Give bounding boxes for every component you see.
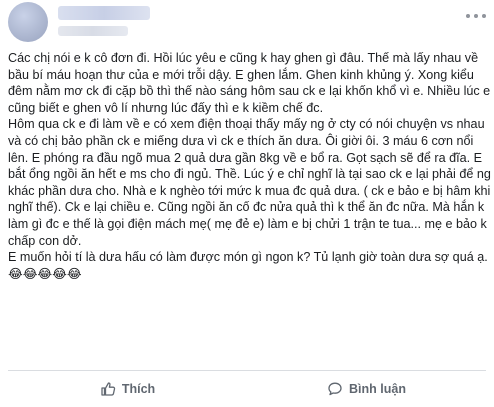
post-paragraph: Hôm qua ck e đi làm về e có xem điện tho… xyxy=(8,117,491,248)
like-button[interactable]: Thích xyxy=(8,374,247,404)
dot xyxy=(474,14,478,18)
dot xyxy=(466,14,470,18)
author-name-blurred[interactable] xyxy=(58,6,150,20)
like-label: Thích xyxy=(121,382,156,396)
avatar[interactable] xyxy=(8,2,48,42)
post-card: Các chị nói e k cô đơn đi. Hồi lúc yêu e… xyxy=(0,0,494,407)
more-options-icon[interactable] xyxy=(466,10,486,22)
post-paragraph: Các chị nói e k cô đơn đi. Hồi lúc yêu e… xyxy=(8,51,491,115)
dot xyxy=(482,14,486,18)
post-paragraph: E muốn hỏi tí là dưa hấu có làm được món… xyxy=(8,250,488,281)
thumbs-up-icon xyxy=(100,381,116,397)
comment-icon xyxy=(327,381,343,397)
comment-button[interactable]: Bình luận xyxy=(247,374,486,404)
post-body: Các chị nói e k cô đơn đi. Hồi lúc yêu e… xyxy=(8,50,492,282)
comment-label: Bình luận xyxy=(349,382,406,396)
post-actions: Thích Bình luận xyxy=(8,374,486,404)
divider xyxy=(8,370,486,371)
post-header xyxy=(0,0,494,48)
post-time-blurred xyxy=(58,26,128,36)
